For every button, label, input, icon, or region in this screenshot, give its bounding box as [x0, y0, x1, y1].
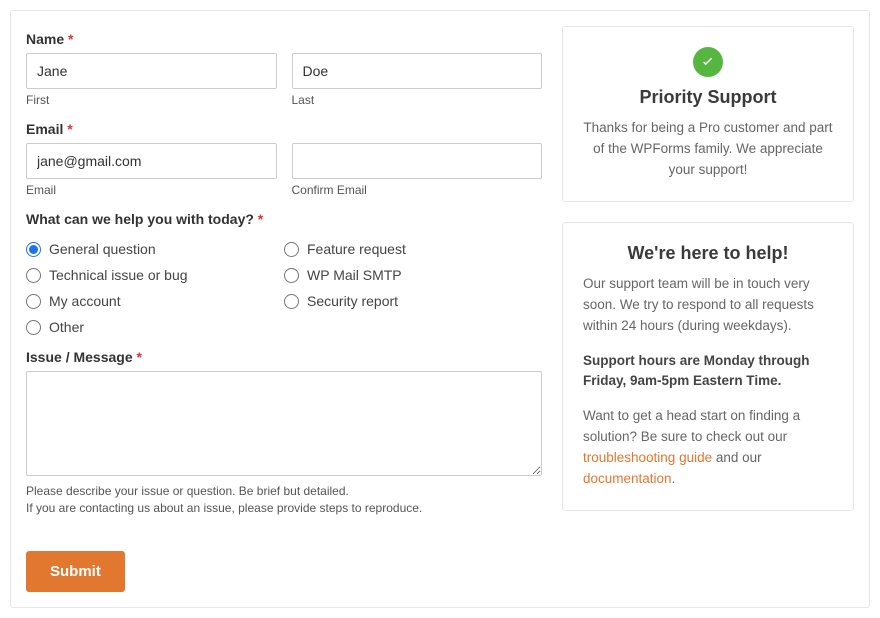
- message-hint: Please describe your issue or question. …: [26, 483, 542, 517]
- help-topic-label: What can we help you with today? *: [26, 211, 542, 227]
- help-card: We're here to help! Our support team wil…: [562, 222, 854, 511]
- help-p3: Want to get a head start on finding a so…: [583, 406, 833, 490]
- email-sublabel: Email: [26, 183, 277, 197]
- help-option-label: Technical issue or bug: [49, 267, 188, 283]
- help-radio[interactable]: [26, 294, 41, 309]
- help-p1: Our support team will be in touch very s…: [583, 274, 833, 337]
- help-option-label: Feature request: [307, 241, 406, 257]
- help-option[interactable]: My account: [26, 293, 284, 309]
- email-field-group: Email * Email Confirm Email: [26, 121, 542, 197]
- help-option[interactable]: Security report: [284, 293, 542, 309]
- email-label: Email *: [26, 121, 542, 137]
- check-circle-icon: [693, 47, 723, 77]
- documentation-link[interactable]: documentation: [583, 471, 672, 486]
- email-input[interactable]: [26, 143, 277, 179]
- required-mark: *: [68, 31, 73, 47]
- help-radio[interactable]: [284, 268, 299, 283]
- name-label: Name *: [26, 31, 542, 47]
- help-option-label: Other: [49, 319, 84, 335]
- help-option[interactable]: General question: [26, 241, 284, 257]
- help-radio[interactable]: [284, 242, 299, 257]
- help-option-label: General question: [49, 241, 156, 257]
- submit-button[interactable]: Submit: [26, 551, 125, 592]
- message-field-group: Issue / Message * Please describe your i…: [26, 349, 542, 517]
- name-field-group: Name * First Last: [26, 31, 542, 107]
- help-radio[interactable]: [284, 294, 299, 309]
- help-option[interactable]: Technical issue or bug: [26, 267, 284, 283]
- help-title: We're here to help!: [583, 243, 833, 264]
- help-radio[interactable]: [26, 320, 41, 335]
- priority-title: Priority Support: [583, 87, 833, 108]
- help-option[interactable]: WP Mail SMTP: [284, 267, 542, 283]
- first-name-sublabel: First: [26, 93, 277, 107]
- message-label: Issue / Message *: [26, 349, 542, 365]
- message-textarea[interactable]: [26, 371, 542, 476]
- confirm-email-sublabel: Confirm Email: [292, 183, 543, 197]
- support-page: Name * First Last Email * Email: [10, 10, 870, 608]
- sidebar: Priority Support Thanks for being a Pro …: [562, 26, 854, 592]
- help-option[interactable]: Other: [26, 319, 284, 335]
- help-p2: Support hours are Monday through Friday,…: [583, 351, 833, 393]
- required-mark: *: [67, 121, 72, 137]
- last-name-sublabel: Last: [292, 93, 543, 107]
- required-mark: *: [258, 211, 263, 227]
- help-option-label: Security report: [307, 293, 398, 309]
- help-option-label: WP Mail SMTP: [307, 267, 402, 283]
- troubleshooting-link[interactable]: troubleshooting guide: [583, 450, 712, 465]
- help-topic-group: What can we help you with today? * Gener…: [26, 211, 542, 335]
- required-mark: *: [137, 349, 142, 365]
- help-option[interactable]: Feature request: [284, 241, 542, 257]
- support-form: Name * First Last Email * Email: [26, 26, 542, 592]
- help-option-label: My account: [49, 293, 121, 309]
- first-name-input[interactable]: [26, 53, 277, 89]
- priority-text: Thanks for being a Pro customer and part…: [583, 118, 833, 181]
- last-name-input[interactable]: [292, 53, 543, 89]
- confirm-email-input[interactable]: [292, 143, 543, 179]
- help-radio[interactable]: [26, 268, 41, 283]
- priority-support-card: Priority Support Thanks for being a Pro …: [562, 26, 854, 202]
- help-radio[interactable]: [26, 242, 41, 257]
